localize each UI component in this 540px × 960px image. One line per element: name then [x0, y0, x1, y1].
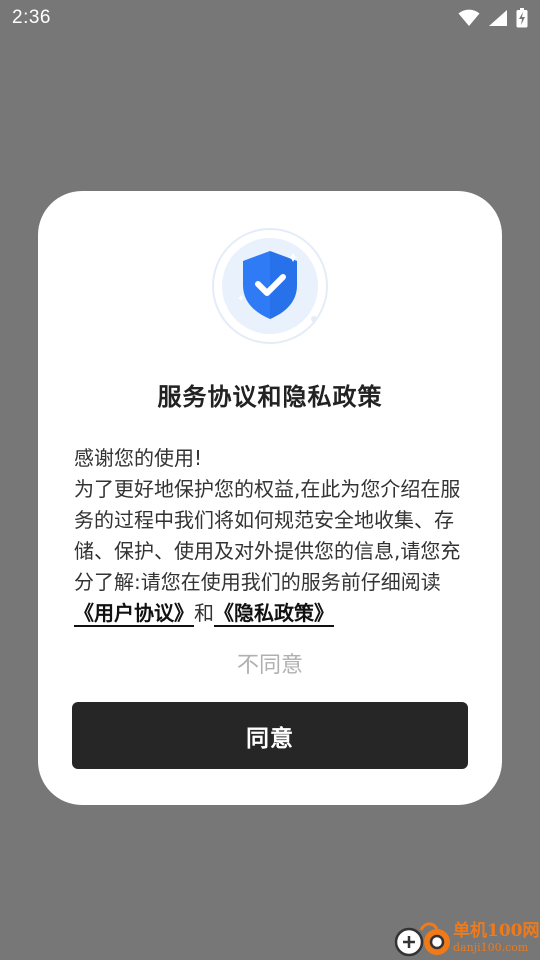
- privacy-policy-link[interactable]: 《隐私政策》: [214, 601, 334, 625]
- policy-body-text: 为了更好地保护您的权益,在此为您介绍在服务的过程中我们将如何规范安全地收集、存储…: [74, 477, 461, 594]
- watermark-text: 单机100网 danji100.com: [453, 921, 540, 954]
- agree-button[interactable]: 同意: [72, 702, 468, 769]
- watermark-logo-icon: [393, 916, 453, 960]
- status-time: 2:36: [12, 7, 51, 28]
- shield-check-icon: [211, 227, 329, 345]
- wifi-icon: [458, 9, 480, 27]
- signal-icon: [488, 9, 508, 27]
- watermark-en: danji100.com: [453, 941, 529, 954]
- disagree-button[interactable]: 不同意: [38, 647, 502, 679]
- and-text: 和: [194, 601, 214, 625]
- privacy-dialog: 服务协议和隐私政策 感谢您的使用! 为了更好地保护您的权益,在此为您介绍在服务的…: [38, 191, 502, 805]
- dialog-title: 服务协议和隐私政策: [157, 383, 383, 411]
- battery-charging-icon: [516, 8, 528, 28]
- watermark-cn: 单机100网: [453, 921, 540, 941]
- dialog-body: 感谢您的使用! 为了更好地保护您的权益,在此为您介绍在服务的过程中我们将如何规范…: [74, 443, 470, 629]
- greeting-text: 感谢您的使用!: [74, 446, 203, 470]
- watermark: 单机100网 danji100.com: [393, 916, 540, 960]
- status-bar: 2:36: [0, 0, 540, 36]
- policy-description: 为了更好地保护您的权益,在此为您介绍在服务的过程中我们将如何规范安全地收集、存储…: [74, 474, 470, 629]
- status-icons: [458, 8, 528, 28]
- user-agreement-link[interactable]: 《用户协议》: [74, 601, 194, 625]
